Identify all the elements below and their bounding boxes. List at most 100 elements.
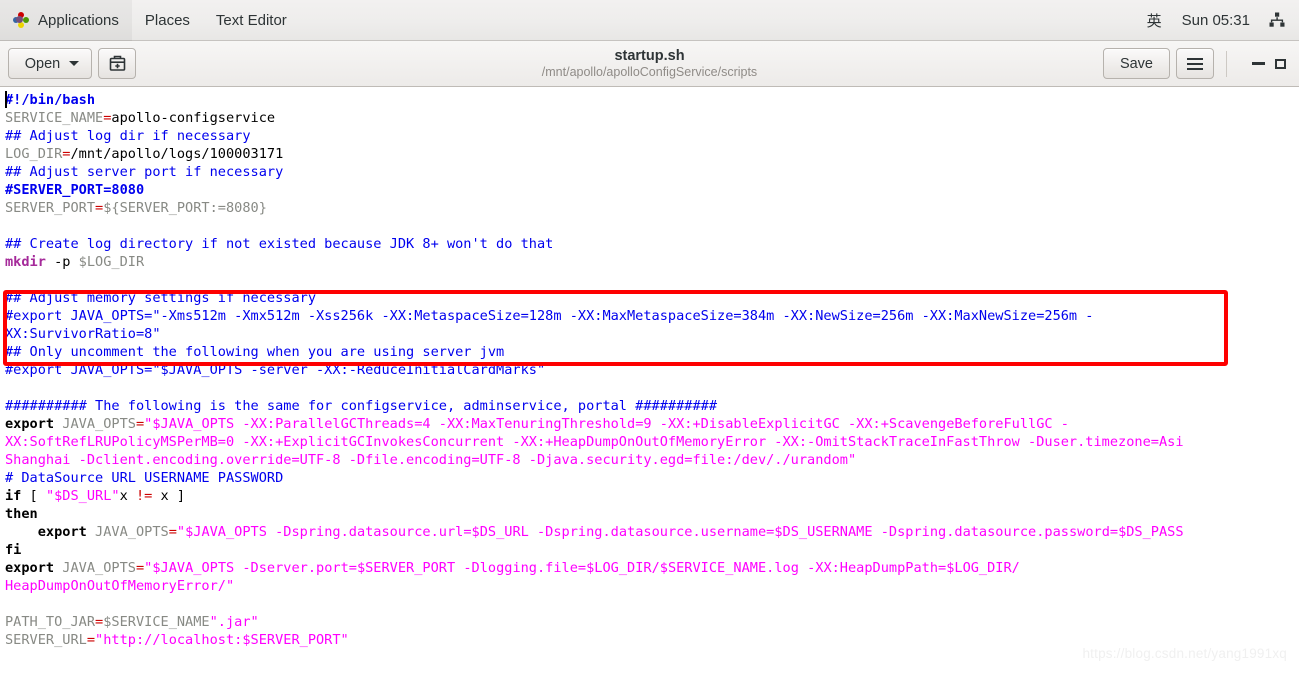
- code-token: JAVA_OPTS: [95, 524, 169, 540]
- code-token: =: [135, 560, 145, 576]
- minimize-icon: [1251, 62, 1265, 65]
- code-token: ${SERVER_PORT:=8080}: [103, 200, 267, 216]
- code-token: export: [5, 524, 87, 540]
- code-line: #export JAVA_OPTS="-Xms512m -Xmx512m -Xs…: [5, 307, 1184, 325]
- code-token: "$JAVA_OPTS -Dserver.port=$SERVER_PORT -…: [144, 560, 1020, 576]
- code-token: #export JAVA_OPTS="$JAVA_OPTS -server -X…: [5, 362, 546, 378]
- code-token: HeapDumpOnOutOfMemoryError/": [5, 578, 235, 594]
- code-token: XX:SoftRefLRUPolicyMSPerMB=0 -XX:+Explic…: [5, 434, 1184, 450]
- open-recent-button[interactable]: [98, 48, 136, 79]
- code-token: if: [5, 488, 22, 504]
- code-line: # DataSource URL USERNAME PASSWORD: [5, 469, 1184, 487]
- open-button[interactable]: Open: [8, 48, 92, 79]
- open-recent-document-icon: [109, 55, 125, 71]
- active-app-label: Text Editor: [215, 11, 287, 29]
- code-token: ########## The following is the same for…: [5, 398, 718, 414]
- code-token: JAVA_OPTS: [62, 560, 136, 576]
- code-token: =: [86, 632, 96, 648]
- code-token: /mnt/apollo/logs/100003171: [70, 146, 284, 162]
- active-app-menu[interactable]: Text Editor: [203, 0, 300, 41]
- code-line: XX:SoftRefLRUPolicyMSPerMB=0 -XX:+Explic…: [5, 433, 1184, 451]
- code-line: HeapDumpOnOutOfMemoryError/": [5, 577, 1184, 595]
- code-token: ## Adjust log dir if necessary: [5, 128, 251, 144]
- text-editor-window: Open startup.sh /mnt/apollo/apolloConfig…: [0, 41, 1299, 674]
- code-token: $SERVICE_NAME: [103, 614, 210, 630]
- code-token: #SERVER_PORT=8080: [5, 182, 145, 198]
- code-line: if [ "$DS_URL"x != x ]: [5, 487, 1184, 505]
- desktop-top-bar: Applications Places Text Editor 英 Sun 05…: [0, 0, 1299, 41]
- gnome-footprint-icon: [13, 11, 30, 29]
- code-line: export JAVA_OPTS="$JAVA_OPTS -Dserver.po…: [5, 559, 1184, 577]
- code-line: ​: [5, 217, 1184, 235]
- code-token: x: [119, 488, 136, 504]
- code-line: SERVER_URL="http://localhost:$SERVER_POR…: [5, 631, 1184, 649]
- code-line: ​: [5, 379, 1184, 397]
- minimize-button[interactable]: [1241, 47, 1275, 81]
- code-token: ".jar": [209, 614, 259, 630]
- window-header-bar: Open startup.sh /mnt/apollo/apolloConfig…: [0, 41, 1299, 87]
- code-token: -p: [45, 254, 79, 270]
- code-line: ​: [5, 595, 1184, 613]
- code-line: mkdir -p $LOG_DIR: [5, 253, 1184, 271]
- code-token: "$JAVA_OPTS -XX:ParallelGCThreads=4 -XX:…: [144, 416, 1069, 432]
- code-token: PATH_TO_JAR: [5, 614, 96, 630]
- code-token: #export JAVA_OPTS="-Xms512m -Xmx512m -Xs…: [5, 308, 1094, 324]
- header-separator: [1226, 50, 1227, 77]
- code-token: mkdir: [5, 254, 46, 270]
- code-token: ## Only uncomment the following when you…: [5, 344, 505, 360]
- input-method-label: 英: [1146, 12, 1162, 30]
- code-token: "http://localhost:$SERVER_PORT": [95, 632, 349, 648]
- code-token: fi: [5, 542, 22, 558]
- code-line: fi: [5, 541, 1184, 559]
- input-method-indicator[interactable]: 英: [1137, 0, 1172, 41]
- text-cursor: [5, 91, 7, 108]
- hamburger-menu-icon: [1187, 57, 1203, 70]
- code-token: Shanghai -Dclient.encoding.override=UTF-…: [5, 452, 857, 468]
- code-line: Shanghai -Dclient.encoding.override=UTF-…: [5, 451, 1184, 469]
- code-token: JAVA_OPTS: [62, 416, 136, 432]
- code-line: ## Adjust memory settings if necessary: [5, 289, 1184, 307]
- code-line: LOG_DIR=/mnt/apollo/logs/100003171: [5, 145, 1184, 163]
- code-line: then: [5, 505, 1184, 523]
- code-token: $LOG_DIR: [78, 254, 145, 270]
- code-token: export: [5, 416, 55, 432]
- code-line: ## Create log directory if not existed b…: [5, 235, 1184, 253]
- code-line: ## Adjust server port if necessary: [5, 163, 1184, 181]
- code-token: ## Adjust server port if necessary: [5, 164, 284, 180]
- clock[interactable]: Sun 05:31: [1172, 0, 1260, 41]
- code-token: SERVER_URL: [5, 632, 87, 648]
- code-line: ## Only uncomment the following when you…: [5, 343, 1184, 361]
- editor-text-view[interactable]: #!/bin/bash SERVICE_NAME=apollo-configser…: [0, 87, 1299, 673]
- code-token: SERVER_PORT: [5, 200, 96, 216]
- code-line: ########## The following is the same for…: [5, 397, 1184, 415]
- applications-menu[interactable]: Applications: [0, 0, 132, 41]
- code-line: export JAVA_OPTS="$JAVA_OPTS -XX:Paralle…: [5, 415, 1184, 433]
- code-token: then: [5, 506, 38, 522]
- code-token: ## Create log directory if not existed b…: [5, 236, 554, 252]
- open-button-label: Open: [24, 55, 61, 72]
- maximize-button[interactable]: [1275, 47, 1291, 81]
- code-token: =: [168, 524, 177, 540]
- code-token: "$JAVA_OPTS -Dspring.datasource.url=$DS_…: [176, 524, 1184, 540]
- save-button[interactable]: Save: [1102, 48, 1170, 79]
- code-token: apollo-configservice: [111, 110, 276, 126]
- network-wired-icon[interactable]: [1260, 11, 1299, 29]
- code-line: ​: [5, 271, 1184, 289]
- code-line: #export JAVA_OPTS="$JAVA_OPTS -server -X…: [5, 361, 1184, 379]
- code-token: # DataSource URL USERNAME PASSWORD: [5, 470, 284, 486]
- clock-label: Sun 05:31: [1181, 11, 1250, 29]
- places-menu[interactable]: Places: [132, 0, 203, 41]
- code-token: ## Adjust memory settings if necessary: [5, 290, 316, 306]
- code-line: SERVICE_NAME=apollo-configservice: [5, 109, 1184, 127]
- applications-menu-label: Applications: [38, 11, 119, 29]
- code-token: !=: [135, 488, 153, 504]
- hamburger-menu-button[interactable]: [1176, 48, 1214, 79]
- code-line: ## Adjust log dir if necessary: [5, 127, 1184, 145]
- code-token: x ]: [152, 488, 186, 504]
- code-token: #!/bin/bash: [5, 92, 96, 108]
- code-line: #!/bin/bash: [5, 91, 1184, 109]
- places-menu-label: Places: [144, 11, 190, 29]
- code-line: export JAVA_OPTS="$JAVA_OPTS -Dspring.da…: [5, 523, 1184, 541]
- save-button-label: Save: [1119, 55, 1153, 72]
